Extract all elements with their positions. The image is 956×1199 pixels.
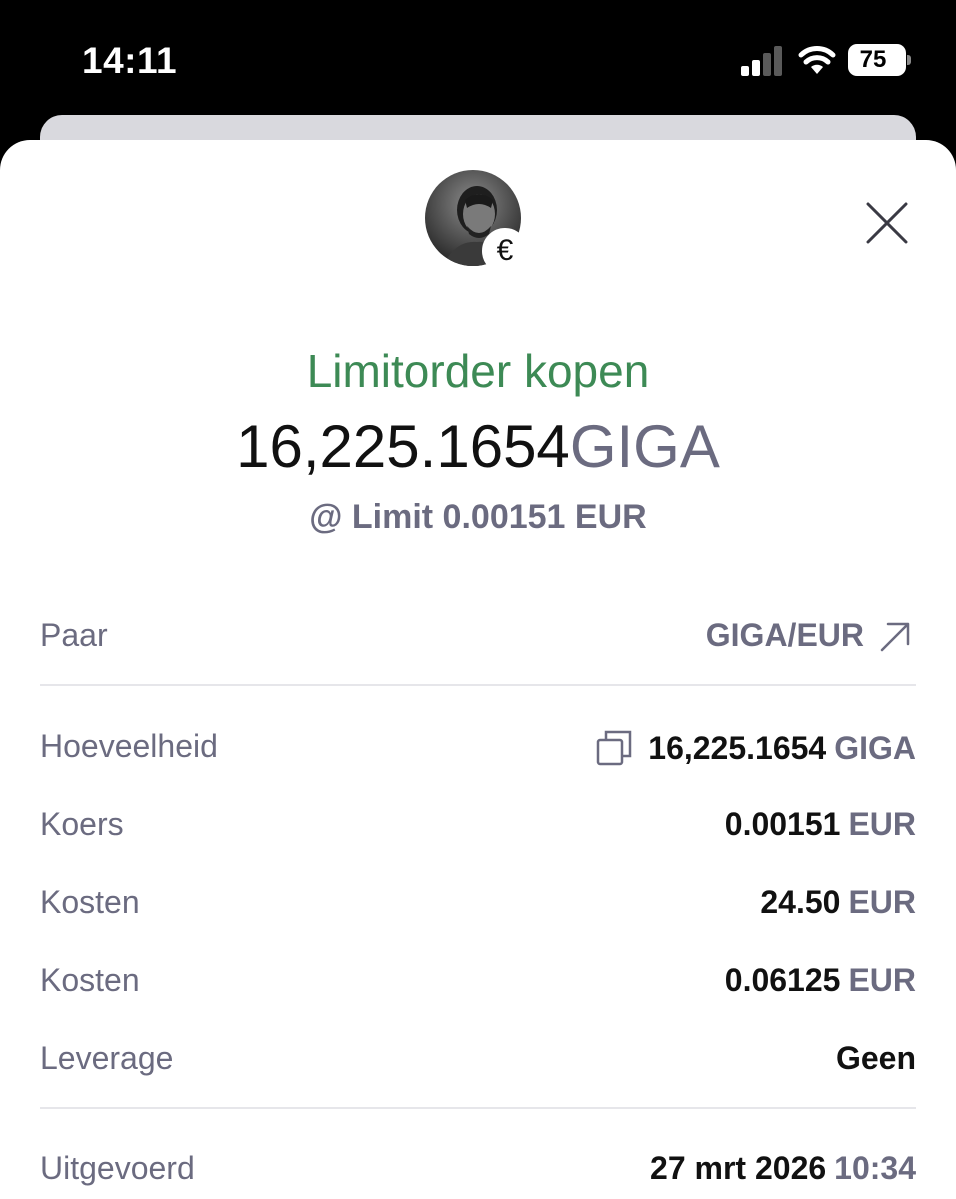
pair-value[interactable]: GIGA/EUR — [706, 617, 864, 654]
cost-unit: EUR — [848, 884, 916, 920]
battery-tip — [907, 55, 911, 65]
order-amount: 16,225.1654GIGA — [0, 412, 956, 481]
detail-row-fee: Kosten 0.06125 EUR — [40, 954, 916, 1004]
cost-value-group: 24.50 EUR — [760, 884, 916, 921]
battery-icon: 75 — [848, 44, 912, 76]
divider — [40, 1107, 916, 1109]
leverage-value: Geen — [835, 1040, 916, 1076]
quantity-value: 16,225.1654 — [648, 729, 827, 766]
battery-level: 75 — [859, 46, 887, 73]
quantity-label: Hoeveelheid — [40, 728, 218, 764]
pair-value-group[interactable]: GIGA/EUR — [706, 617, 916, 654]
executed-value-group: 27 mrt 2026 10:34 — [650, 1150, 916, 1187]
rate-label: Koers — [40, 806, 124, 842]
rate-unit: EUR — [848, 806, 916, 842]
quantity-unit: GIGA — [834, 729, 916, 766]
fee-label: Kosten — [40, 962, 140, 998]
detail-row-executed: Uitgevoerd 27 mrt 2026 10:34 — [40, 1142, 916, 1192]
signal-icon — [741, 46, 782, 76]
divider — [40, 684, 916, 686]
executed-date: 27 mrt 2026 — [650, 1150, 827, 1186]
status-time: 14:11 — [82, 40, 178, 81]
detail-row-pair[interactable]: Paar GIGA/EUR — [40, 609, 916, 659]
leverage-label: Leverage — [40, 1040, 174, 1076]
leverage-value-group: Geen — [836, 1040, 916, 1077]
fee-value-group: 0.06125 EUR — [725, 962, 916, 999]
external-link-arrow-icon[interactable] — [872, 618, 916, 654]
fee-value: 0.06125 — [724, 962, 841, 998]
order-amount-value: 16,225.1654 — [236, 413, 570, 480]
order-detail-sheet: € Limitorder kopen 16,225.1654GIGA @ Lim… — [0, 140, 956, 1199]
fee-unit: EUR — [848, 962, 916, 998]
detail-row-rate: Koers 0.00151 EUR — [40, 798, 916, 848]
cost-value: 24.50 — [760, 884, 841, 920]
detail-row-leverage: Leverage Geen — [40, 1032, 916, 1082]
wifi-icon — [798, 46, 836, 74]
order-limit: @ Limit 0.00151 EUR — [309, 498, 647, 536]
quantity-value-group: 16,225.1654 GIGA — [594, 728, 916, 768]
copy-icon[interactable] — [594, 728, 640, 768]
cost-label: Kosten — [40, 884, 140, 920]
order-title: Limitorder kopen — [306, 345, 650, 397]
rate-value-group: 0.00151 EUR — [725, 806, 916, 843]
currency-badge: € — [482, 228, 528, 274]
pair-label: Paar — [40, 617, 108, 653]
detail-row-quantity: Hoeveelheid 16,225.1654 GIGA — [40, 720, 916, 770]
close-icon[interactable] — [864, 200, 910, 246]
order-amount-unit: GIGA — [569, 413, 720, 480]
executed-time: 10:34 — [834, 1150, 916, 1186]
status-bar: 14:11 75 — [0, 0, 956, 120]
rate-value: 0.00151 — [724, 806, 841, 842]
detail-row-cost: Kosten 24.50 EUR — [40, 876, 916, 926]
executed-label: Uitgevoerd — [40, 1150, 195, 1186]
